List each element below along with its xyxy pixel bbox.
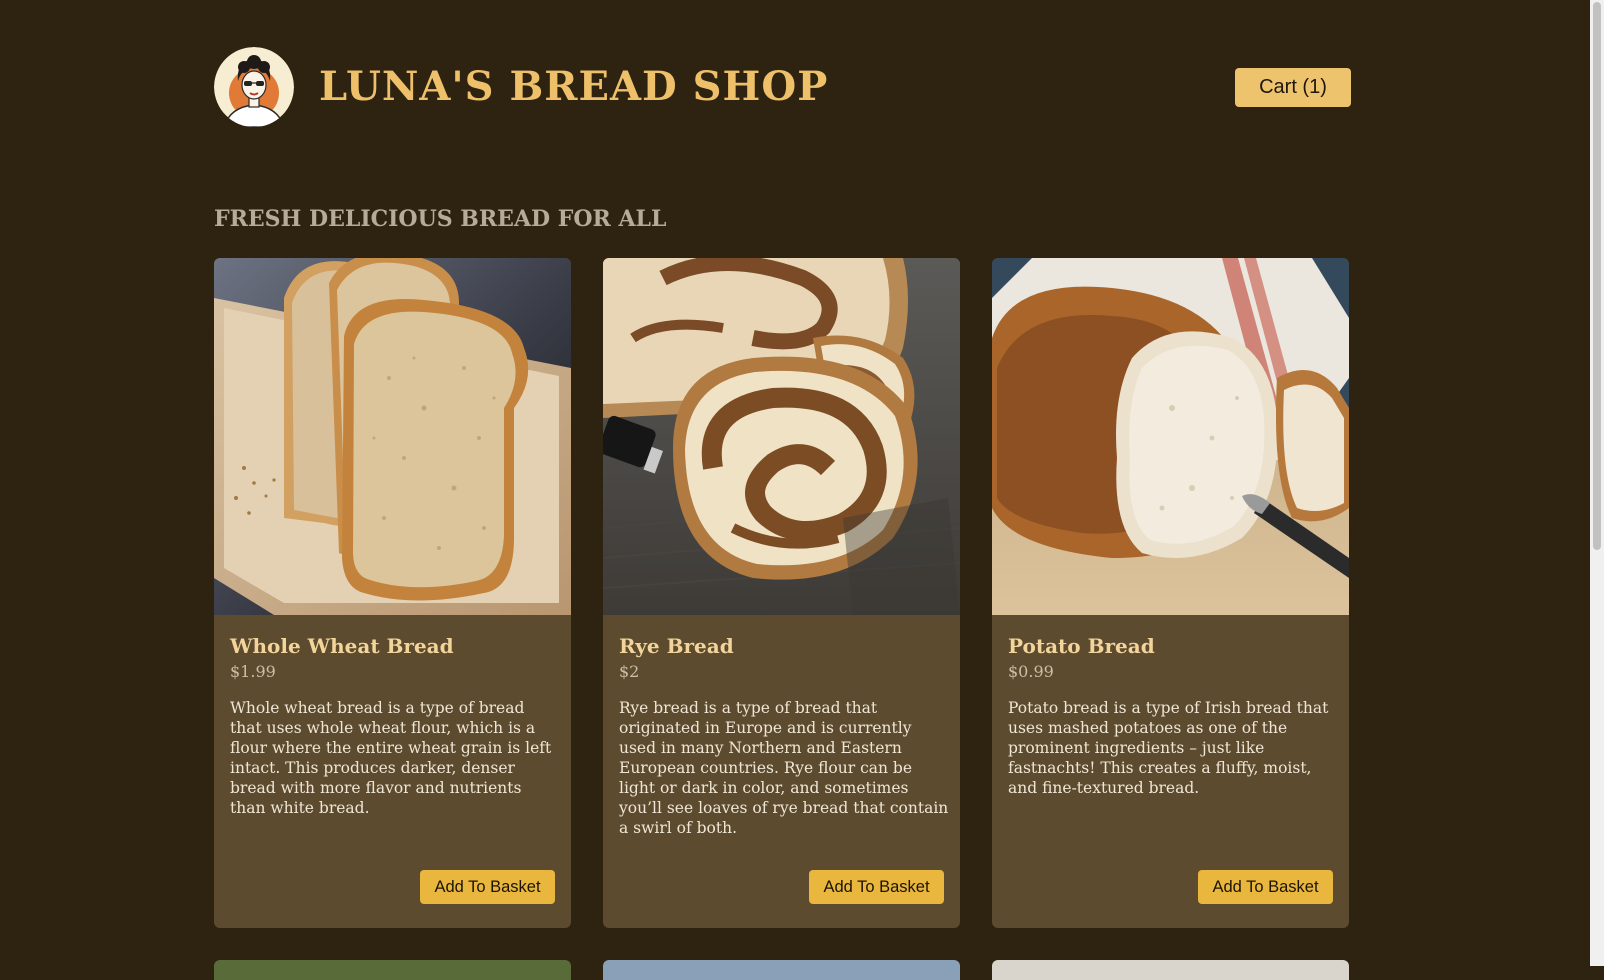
product-price: $2 [619, 662, 640, 681]
product-card-rye: Rye Bread $2 Rye bread is a type of brea… [603, 258, 960, 928]
page-scrollbar[interactable] [1590, 0, 1604, 966]
next-product-card-partial [603, 960, 960, 980]
scrollbar-thumb[interactable] [1593, 2, 1601, 550]
product-price: $0.99 [1008, 662, 1054, 681]
rye-bread-image [603, 258, 960, 615]
product-card-whole-wheat: Whole Wheat Bread $1.99 Whole wheat brea… [214, 258, 571, 928]
next-product-card-partial [214, 960, 571, 980]
whole-wheat-bread-image [214, 258, 571, 615]
add-to-basket-button[interactable]: Add To Basket [420, 870, 555, 904]
site-header: LUNA'S BREAD SHOP Cart (1) [214, 47, 1351, 127]
potato-bread-image [992, 258, 1349, 615]
product-name: Potato Bread [1008, 634, 1155, 658]
product-name: Whole Wheat Bread [230, 634, 454, 658]
next-product-card-partial [992, 960, 1349, 980]
product-name: Rye Bread [619, 634, 734, 658]
product-description: Potato bread is a type of Irish bread th… [1008, 699, 1329, 797]
baker-woman-portrait-icon [214, 47, 294, 127]
add-to-basket-button[interactable]: Add To Basket [1198, 870, 1333, 904]
section-heading: FRESH DELICIOUS BREAD FOR ALL [214, 206, 667, 232]
product-description: Rye bread is a type of bread that origin… [619, 699, 949, 837]
cart-button[interactable]: Cart (1) [1235, 68, 1351, 107]
add-to-basket-button[interactable]: Add To Basket [809, 870, 944, 904]
product-card-potato: Potato Bread $0.99 Potato bread is a typ… [992, 258, 1349, 928]
site-title: LUNA'S BREAD SHOP [319, 63, 829, 110]
product-description: Whole wheat bread is a type of bread tha… [230, 699, 552, 817]
product-price: $1.99 [230, 662, 276, 681]
